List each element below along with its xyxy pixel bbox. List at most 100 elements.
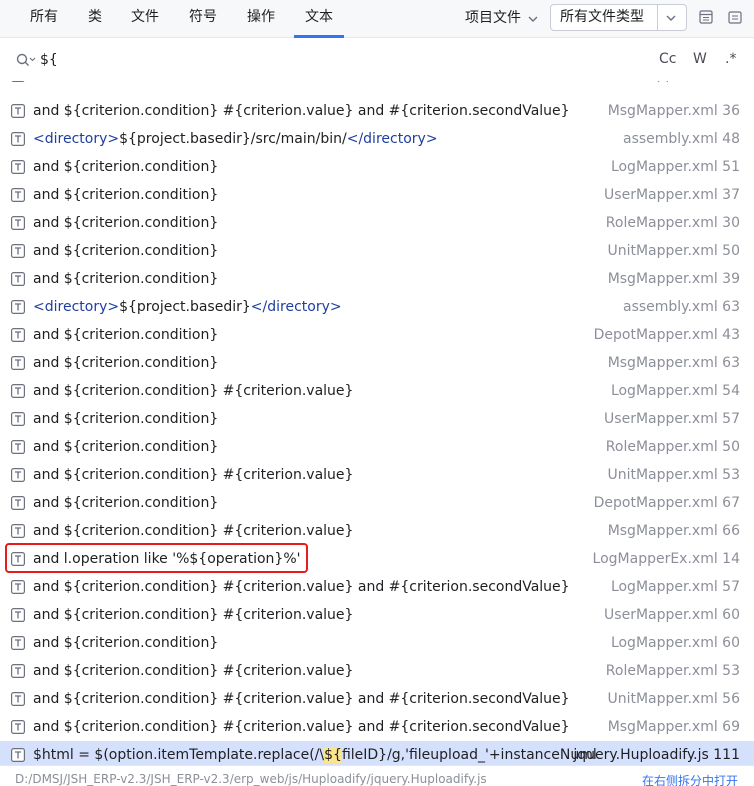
list-item[interactable]: and ${criterion.condition} #{criterion.v… xyxy=(0,685,754,713)
xml-tag: directory xyxy=(44,299,108,315)
match-text: and ${criterion.condition} xyxy=(33,265,218,293)
text-file-icon xyxy=(11,81,25,82)
list-item[interactable]: and ${criterion.condition} MsgMapper.xml … xyxy=(0,349,754,377)
whole-words-toggle[interactable]: W xyxy=(693,51,707,67)
match-location: RoleMapper.xml 50 xyxy=(605,439,740,455)
match-text: and ${criterion.condition} #{criterion.v… xyxy=(33,713,570,741)
chevron-down-icon[interactable] xyxy=(527,13,539,25)
match-text-segment: and ${criterion.condition} xyxy=(33,495,219,511)
tab-files[interactable]: 文件 xyxy=(131,0,159,38)
list-item[interactable]: and ${criterion.condition} LogMapper.xml … xyxy=(0,153,754,181)
text-file-icon xyxy=(11,664,25,678)
list-item[interactable]: $html = $(option.itemTemplate.replace(/\… xyxy=(0,741,754,765)
tab-symbols[interactable]: 符号 xyxy=(189,0,217,38)
tab-classes[interactable]: 类 xyxy=(88,0,102,38)
match-text-segment: and ${criterion.condition} xyxy=(33,215,219,231)
match-text-segment: fileID}/g,'fileupload_'+instanceNuml xyxy=(341,747,597,763)
match-location: LogMapper.xml 54 xyxy=(610,383,740,399)
match-text: and ${criterion.condition} #{criterion.v… xyxy=(33,601,353,629)
match-text-segment: and ${criterion.condition} xyxy=(33,635,219,651)
match-text: and ${criterion.condition} xyxy=(33,489,218,517)
list-item[interactable]: and ${criterion.condition} #{criterion.v… xyxy=(0,517,754,545)
match-text-segment: and ${criterion.condition} xyxy=(33,159,219,175)
match-location: UnitMapper.xml 34 xyxy=(607,81,740,89)
pin-window-icon[interactable] xyxy=(727,9,743,25)
list-item[interactable]: and ${criterion.condition} UnitMapper.xml… xyxy=(0,237,754,265)
match-location: UnitMapper.xml 53 xyxy=(607,467,740,483)
search-input[interactable] xyxy=(40,47,600,73)
xml-tag: > xyxy=(107,131,120,147)
match-text-segment: $html = $(option.itemTemplate.replace(/\ xyxy=(33,747,325,763)
file-path: D:/DMSJ/JSH_ERP-v2.3/JSH_ERP-v2.3/erp_we… xyxy=(15,772,487,786)
match-text: and ${criterion.condition} #{criterion.v… xyxy=(33,657,353,685)
text-file-icon xyxy=(11,748,25,762)
match-text: and ${criterion.condition} xyxy=(33,209,218,237)
filetype-dropdown[interactable]: 所有文件类型 xyxy=(550,4,687,31)
match-text: and l.operation like '%${operation}%' xyxy=(33,545,301,573)
list-item[interactable]: and ${criterion.condition} #{criterion.v… xyxy=(0,461,754,489)
match-text: and ${criterion.condition} xyxy=(33,81,218,89)
preview-icon[interactable] xyxy=(698,9,714,25)
match-text: $html = $(option.itemTemplate.replace(/\… xyxy=(33,741,597,765)
text-file-icon xyxy=(11,104,25,118)
match-text-segment: and ${criterion.condition} #{criterion.v… xyxy=(33,523,354,539)
text-file-icon xyxy=(11,720,25,734)
open-in-right-split-link[interactable]: 在右侧拆分中打开 xyxy=(642,772,738,786)
match-location: MsgMapper.xml 66 xyxy=(607,523,740,539)
match-text-segment: and l.operation like '%${operation}%' xyxy=(33,551,301,567)
list-item[interactable]: and ${criterion.condition} #{criterion.v… xyxy=(0,657,754,685)
list-item[interactable]: and ${criterion.condition} DepotMapper.xm… xyxy=(0,321,754,349)
match-text: and ${criterion.condition} xyxy=(33,321,218,349)
results-list: and ${criterion.condition} UnitMapper.xm… xyxy=(0,81,754,765)
divider xyxy=(657,5,658,30)
match-text-segment: ${project.basedir}/src/main/bin/ xyxy=(119,131,347,147)
text-file-icon xyxy=(11,440,25,454)
list-item[interactable]: and ${criterion.condition} LogMapper.xml … xyxy=(0,629,754,657)
list-item[interactable]: and ${criterion.condition} #{criterion.v… xyxy=(0,97,754,125)
regex-toggle[interactable]: .* xyxy=(725,51,736,67)
search-everywhere-tabbar: 所有 类 文件 符号 操作 文本 项目文件 所有文件类型 xyxy=(0,0,754,38)
tab-actions[interactable]: 操作 xyxy=(247,0,275,38)
xml-tag: </ xyxy=(346,131,364,147)
match-location: LogMapper.xml 51 xyxy=(610,159,740,175)
list-item[interactable]: <directory>${project.basedir}/src/main/b… xyxy=(0,125,754,153)
list-item[interactable]: and ${criterion.condition} RoleMapper.xml… xyxy=(0,433,754,461)
search-row: Cc W .* xyxy=(0,39,754,81)
list-item[interactable]: <directory>${project.basedir}</directory… xyxy=(0,293,754,321)
xml-tag: > xyxy=(329,299,342,315)
list-item[interactable]: and ${criterion.condition} UserMapper.xml… xyxy=(0,405,754,433)
list-item[interactable]: and ${criterion.condition} #{criterion.v… xyxy=(0,713,754,741)
xml-tag: directory xyxy=(44,131,108,147)
match-text-segment: and ${criterion.condition} #{criterion.v… xyxy=(33,467,354,483)
match-location: assembly.xml 48 xyxy=(622,131,740,147)
list-item[interactable]: and ${criterion.condition} UserMapper.xml… xyxy=(0,181,754,209)
text-file-icon xyxy=(11,188,25,202)
match-location: DepotMapper.xml 67 xyxy=(593,495,740,511)
match-case-toggle[interactable]: Cc xyxy=(659,51,676,67)
tab-text[interactable]: 文本 xyxy=(294,0,344,38)
scope-selector[interactable]: 项目文件 xyxy=(465,0,521,38)
match-location: jquery.Huploadify.js 111 xyxy=(573,747,740,763)
match-text-segment: and ${criterion.condition} xyxy=(33,243,219,259)
match-text: <directory>${project.basedir}/src/main/b… xyxy=(33,125,438,153)
text-file-icon xyxy=(11,328,25,342)
list-item[interactable]: and ${criterion.condition} MsgMapper.xml … xyxy=(0,265,754,293)
list-item[interactable]: and l.operation like '%${operation}%' Log… xyxy=(0,545,754,573)
match-location: LogMapperEx.xml 14 xyxy=(592,551,740,567)
list-item[interactable]: and ${criterion.condition} #{criterion.v… xyxy=(0,377,754,405)
search-icon[interactable] xyxy=(16,53,36,67)
xml-tag: directory xyxy=(267,299,330,315)
xml-tag: > xyxy=(425,131,438,147)
text-file-icon xyxy=(11,384,25,398)
tab-all[interactable]: 所有 xyxy=(30,0,58,38)
xml-tag: < xyxy=(33,299,45,315)
list-item[interactable]: and ${criterion.condition} UnitMapper.xm… xyxy=(0,81,754,89)
list-item[interactable]: and ${criterion.condition} #{criterion.v… xyxy=(0,573,754,601)
list-item[interactable]: and ${criterion.condition} #{criterion.v… xyxy=(0,601,754,629)
text-file-icon xyxy=(11,216,25,230)
list-item[interactable]: and ${criterion.condition} RoleMapper.xml… xyxy=(0,209,754,237)
match-text-segment: and ${criterion.condition} xyxy=(33,271,219,287)
match-text: and ${criterion.condition} #{criterion.v… xyxy=(33,685,570,713)
list-item[interactable]: and ${criterion.condition} DepotMapper.xm… xyxy=(0,489,754,517)
match-text-segment: and ${criterion.condition} #{criterion.v… xyxy=(33,663,354,679)
